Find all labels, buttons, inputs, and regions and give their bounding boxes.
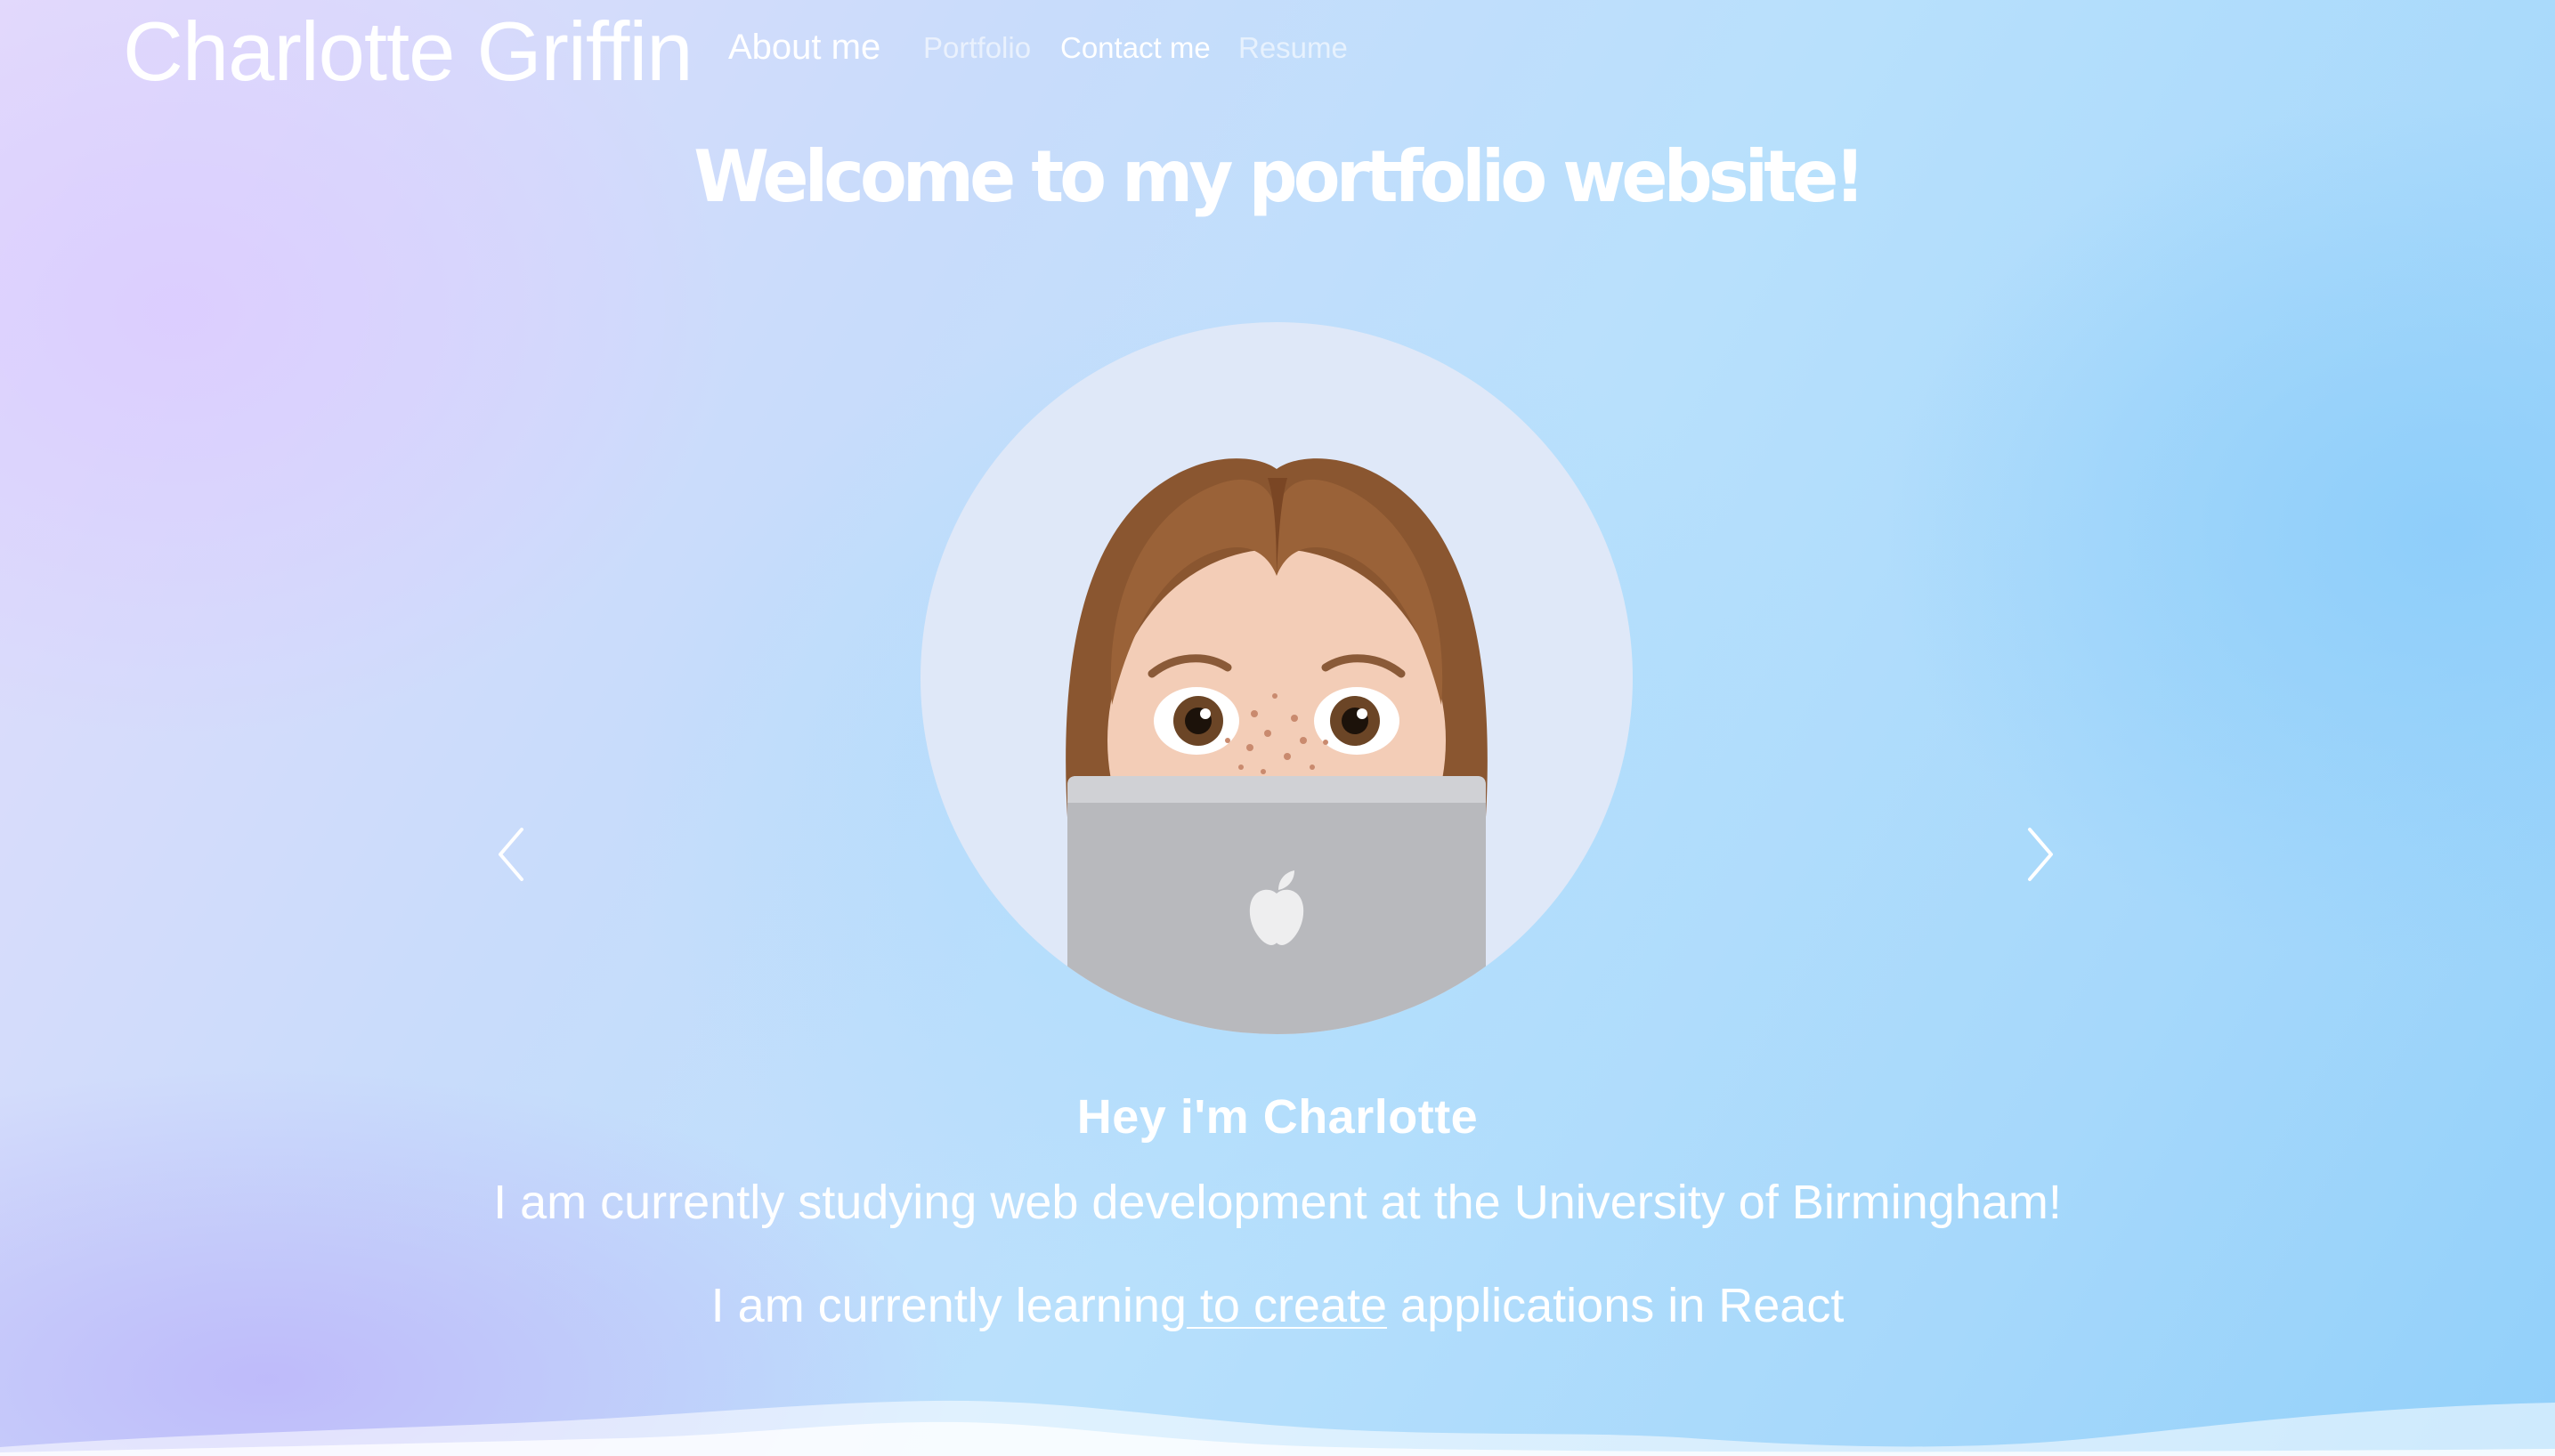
welcome-heading: Welcome to my portfolio website! [694,135,1865,218]
avatar-image [921,322,1633,1034]
memoji-avatar-icon [1066,458,1488,1034]
carousel-caption-title: Hey i'm Charlotte [1076,1090,1479,1144]
chevron-right-icon [2028,828,2053,881]
caption-underlined-create: create [1239,1279,1388,1332]
nav-link-about[interactable]: About me [728,28,880,68]
nav-link-portfolio[interactable]: Portfolio [923,31,1031,65]
caption-underlined-to: to [1186,1279,1240,1332]
nav-link-contact[interactable]: Contact me [1060,31,1211,65]
carousel: Hey i'm Charlotte I am currently studyin… [0,320,2555,1388]
carousel-prev-button[interactable] [477,819,548,890]
nav-link-resume[interactable]: Resume [1238,31,1348,65]
caption-text-part: applications in React [1387,1279,1845,1332]
caption-text-part: I am currently learning [710,1279,1187,1332]
cloud-decoration [0,1400,2555,1456]
carousel-caption-text: I am currently studying web development … [493,1176,2062,1229]
brand-name[interactable]: Charlotte Griffin [123,4,694,100]
chevron-left-icon [499,828,523,881]
carousel-next-button[interactable] [2003,819,2074,890]
navbar: Charlotte Griffin About me Portfolio Con… [0,0,2555,98]
carousel-caption-subtext: I am currently learning to create applic… [0,1278,2555,1333]
